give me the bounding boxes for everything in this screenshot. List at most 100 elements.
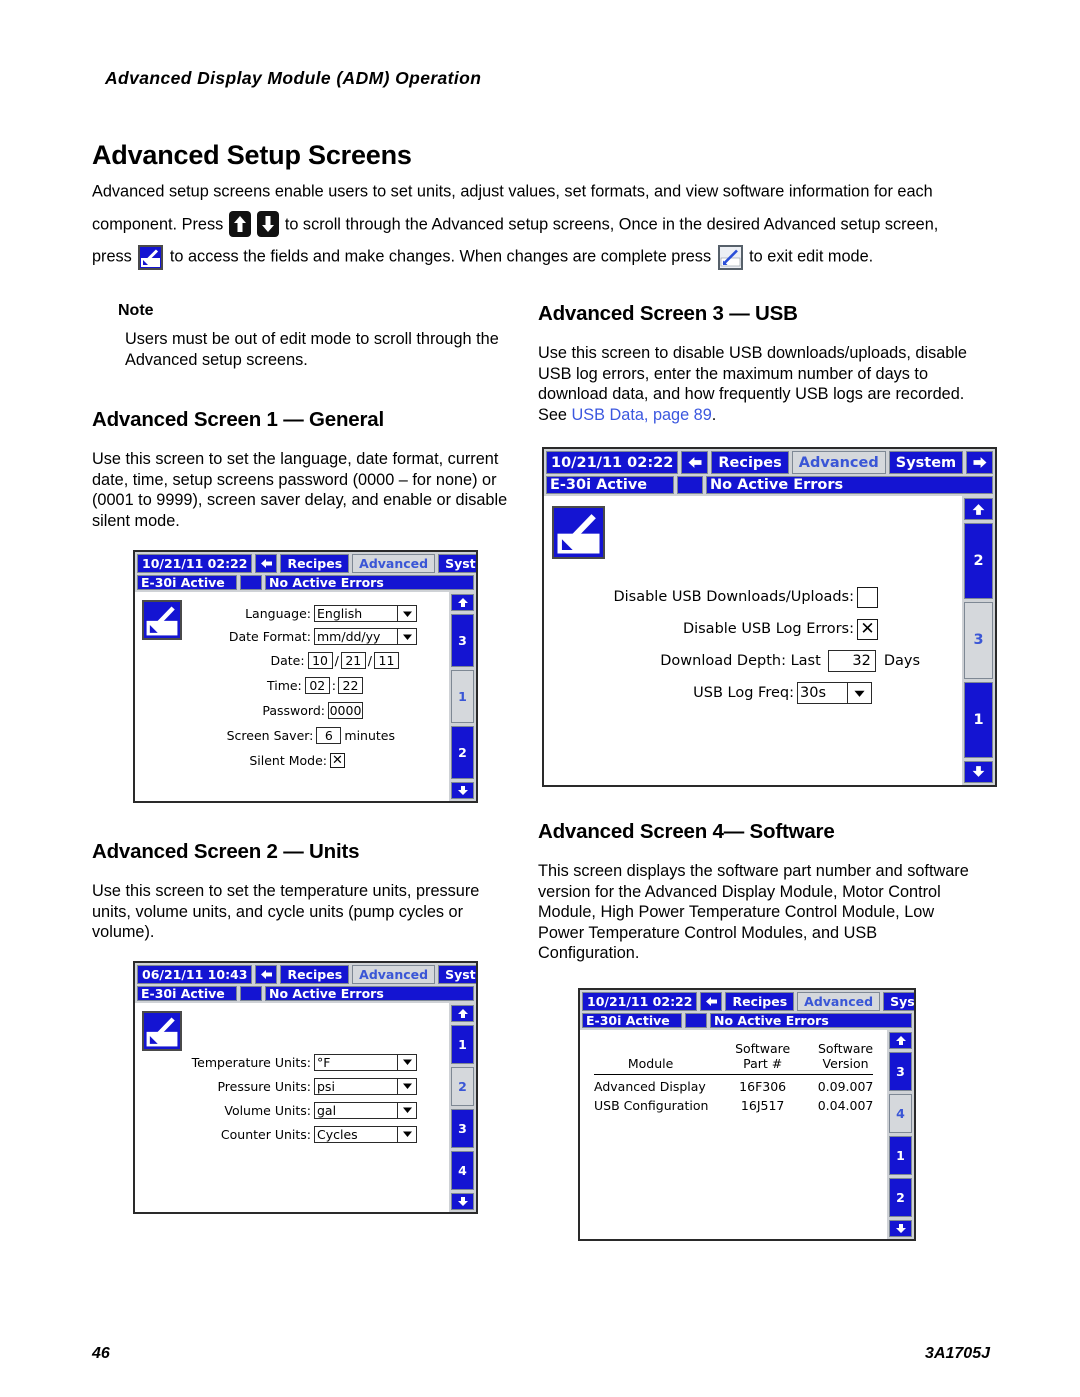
adm1-value-password[interactable]: 0000 [328,702,363,719]
adm2-combo-volume-units[interactable]: gal [314,1101,417,1119]
adm1-combo-date-format[interactable]: mm/dd/yy [314,628,417,645]
adm1-field-date[interactable]: Date: 10 / 21 / 11 [135,648,449,673]
adm4-tab-recipes[interactable]: Recipes [725,992,795,1011]
adm3-edit-mode-icon[interactable] [552,506,605,559]
adm3-nav-left-button[interactable] [681,451,709,474]
adm1-field-silent-mode[interactable]: Silent Mode: ✕ [135,748,449,773]
adm1-value-time-minute[interactable]: 22 [338,677,363,694]
adm3-tab-recipes[interactable]: Recipes [711,451,789,474]
adm2-tab-recipes[interactable]: Recipes [280,965,350,984]
adm2-tab-system[interactable]: System [438,965,476,984]
adm1-tab-recipes[interactable]: Recipes [280,554,350,573]
adm3-combo-usb-log-freq[interactable]: 30s [797,682,872,704]
adm2-field-pressure-units[interactable]: Pressure Units: psi [135,1074,449,1098]
adm-screen-4-software[interactable]: 10/21/11 02:22 Recipes Advanced System E… [578,988,916,1241]
adm4-row2-version: 0.04.007 [817,1098,874,1113]
adm2-field-volume-units[interactable]: Volume Units: gal [135,1098,449,1122]
adm3-checkbox-disable-downloads[interactable] [857,586,878,608]
adm1-rail-button-1[interactable]: 1 [451,670,474,723]
adm-screen-2-units[interactable]: 06/21/11 10:43 Recipes Advanced System E… [133,961,478,1214]
adm3-checkbox-disable-log-errors[interactable]: ✕ [857,618,878,640]
adm4-rail-button-1[interactable]: 1 [889,1136,912,1175]
section-heading-screen1: Advanced Screen 1 — General [92,408,384,431]
adm1-field-screen-saver[interactable]: Screen Saver: 6 minutes [135,723,449,748]
adm1-label-language: Language: [245,606,311,621]
adm3-field-disable-log-errors[interactable]: Disable USB Log Errors: ✕ [544,613,962,645]
adm1-field-password[interactable]: Password: 0000 [135,698,449,723]
adm1-value-date-day[interactable]: 21 [340,652,366,669]
adm1-nav-left-button[interactable] [255,554,278,573]
adm4-datetime: 10/21/11 02:22 [582,992,698,1011]
adm1-tab-system[interactable]: System [438,554,476,573]
adm3-rail-up-button[interactable] [964,498,993,520]
adm1-rail-button-3[interactable]: 3 [451,614,474,667]
down-arrow-icon [257,211,280,238]
adm1-content: Language: English Date Format: mm/dd/yy [135,592,449,801]
adm4-nav-left-button[interactable] [700,992,723,1011]
adm1-value-time-hour[interactable]: 02 [304,677,330,694]
adm3-value-download-depth[interactable]: 32 [827,650,876,672]
adm1-field-language[interactable]: Language: English [135,602,449,625]
adm2-rail-button-4[interactable]: 4 [451,1151,474,1190]
adm2-value-pressure-units: psi [317,1078,335,1094]
adm1-status-unit: E-30i Active [137,575,237,590]
adm-screen-3-usb[interactable]: 10/21/11 02:22 Recipes Advanced System E… [542,447,997,787]
adm4-tab-advanced[interactable]: Advanced [797,992,881,1011]
adm3-field-usb-log-freq[interactable]: USB Log Freq: 30s [544,677,962,709]
adm3-chevron-down-icon-usb-log-freq[interactable] [847,683,871,703]
adm-screen-1-general[interactable]: 10/21/11 02:22 Recipes Advanced System E… [133,550,478,803]
usb-data-cross-reference-link[interactable]: USB Data, page 89 [572,406,712,424]
adm2-tab-advanced[interactable]: Advanced [352,965,436,984]
adm2-chevron-down-icon-pressure[interactable] [397,1078,416,1094]
adm4-tab-system[interactable]: System [883,992,914,1011]
adm2-chevron-down-icon-temperature[interactable] [397,1054,416,1070]
adm2-rail-up-button[interactable] [451,1005,474,1022]
adm1-rail-up-button[interactable] [451,594,474,611]
adm1-rail-button-2[interactable]: 2 [451,726,474,779]
adm2-chevron-down-icon-volume[interactable] [397,1102,416,1118]
adm1-combo-language[interactable]: English [314,605,417,622]
adm4-rail-button-3[interactable]: 3 [889,1052,912,1091]
adm4-rail-down-button[interactable] [889,1220,912,1237]
adm4-table-header-row: Module Software Part # Software Version [580,1038,887,1074]
adm1-chevron-down-icon-date-format[interactable] [397,629,416,644]
adm2-combo-counter-units[interactable]: Cycles [314,1125,417,1143]
adm2-rail-button-1[interactable]: 1 [451,1025,474,1064]
adm1-statusbar: E-30i Active No Active Errors [135,573,476,592]
adm1-field-date-format[interactable]: Date Format: mm/dd/yy [135,625,449,648]
adm2-rail-button-3[interactable]: 3 [451,1109,474,1148]
footer-document-number: 3A1705J [925,1345,990,1362]
adm3-nav-right-button[interactable] [966,451,994,474]
adm2-nav-left-button[interactable] [255,965,278,984]
adm2-rail-down-button[interactable] [451,1193,474,1210]
adm2-combo-temperature-units[interactable]: °F [314,1053,417,1071]
adm1-field-time[interactable]: Time: 02 : 22 [135,673,449,698]
adm3-tab-advanced[interactable]: Advanced [791,451,886,474]
adm1-value-screen-saver[interactable]: 6 [316,727,342,744]
adm1-value-date-month[interactable]: 10 [307,652,333,669]
adm3-rail-button-1[interactable]: 1 [964,681,993,758]
adm3-rail-button-3[interactable]: 3 [964,602,993,679]
adm1-checkbox-silent-mode[interactable]: ✕ [330,753,345,768]
adm3-field-disable-downloads[interactable]: Disable USB Downloads/Uploads: [544,581,962,613]
adm2-edit-mode-icon[interactable] [142,1011,182,1051]
adm3-rail-button-2[interactable]: 2 [964,523,993,600]
adm3-tab-system[interactable]: System [888,451,964,474]
adm4-rail-button-4[interactable]: 4 [889,1094,912,1133]
adm2-chevron-down-icon-counter[interactable] [397,1126,416,1142]
adm1-chevron-down-icon-language[interactable] [397,606,416,621]
adm1-value-date-format: mm/dd/yy [317,629,381,644]
adm1-value-date-year[interactable]: 11 [374,652,399,669]
adm2-combo-pressure-units[interactable]: psi [314,1077,417,1095]
adm1-tab-advanced[interactable]: Advanced [352,554,436,573]
adm2-body: Temperature Units: °F Pressure Units: ps… [135,1003,476,1212]
adm1-rail-down-button[interactable] [451,782,474,799]
adm2-field-temperature-units[interactable]: Temperature Units: °F [135,1050,449,1074]
adm2-rail-button-2[interactable]: 2 [451,1067,474,1106]
adm3-rail-down-button[interactable] [964,760,993,783]
adm4-rail-button-2[interactable]: 2 [889,1178,912,1217]
adm3-field-download-depth[interactable]: Download Depth: Last 32 Days [544,645,962,677]
note-block: Note Users must be out of edit mode to s… [92,302,522,370]
adm4-rail-up-button[interactable] [889,1032,912,1049]
adm2-field-counter-units[interactable]: Counter Units: Cycles [135,1122,449,1146]
